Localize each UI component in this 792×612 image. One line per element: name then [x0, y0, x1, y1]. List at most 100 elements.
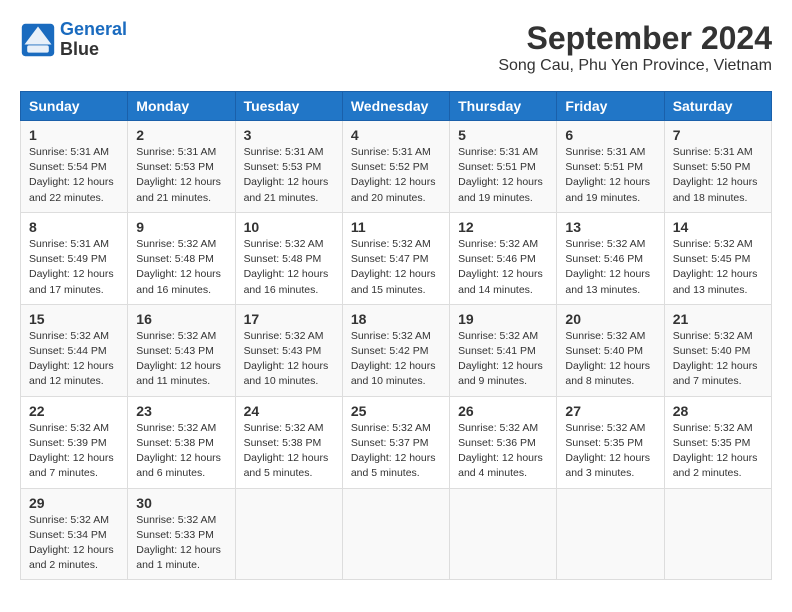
calendar-cell: 1 Sunrise: 5:31 AMSunset: 5:54 PMDaylight… — [21, 121, 128, 213]
calendar-cell: 23Sunrise: 5:32 AMSunset: 5:38 PMDayligh… — [128, 396, 235, 488]
day-info: Sunrise: 5:32 AMSunset: 5:33 PMDaylight:… — [136, 513, 226, 574]
header-saturday: Saturday — [664, 92, 771, 121]
day-number: 27 — [565, 403, 655, 419]
week-row-2: 8 Sunrise: 5:31 AMSunset: 5:49 PMDaylight… — [21, 212, 772, 304]
day-info: Sunrise: 5:31 AMSunset: 5:51 PMDaylight:… — [458, 145, 548, 206]
day-info: Sunrise: 5:31 AMSunset: 5:51 PMDaylight:… — [565, 145, 655, 206]
day-number: 16 — [136, 311, 226, 327]
day-info: Sunrise: 5:32 AMSunset: 5:37 PMDaylight:… — [351, 421, 441, 482]
day-info: Sunrise: 5:32 AMSunset: 5:35 PMDaylight:… — [565, 421, 655, 482]
calendar-cell: 20 Sunrise: 5:32 AMSunset: 5:40 PMDayligh… — [557, 304, 664, 396]
week-row-1: 1 Sunrise: 5:31 AMSunset: 5:54 PMDaylight… — [21, 121, 772, 213]
day-info: Sunrise: 5:32 AMSunset: 5:43 PMDaylight:… — [136, 329, 226, 390]
day-number: 14 — [673, 219, 763, 235]
calendar-cell — [342, 488, 449, 580]
day-info: Sunrise: 5:32 AMSunset: 5:46 PMDaylight:… — [458, 237, 548, 298]
day-info: Sunrise: 5:32 AMSunset: 5:34 PMDaylight:… — [29, 513, 119, 574]
logo-text: GeneralBlue — [60, 20, 127, 60]
day-number: 10 — [244, 219, 334, 235]
calendar-cell: 12 Sunrise: 5:32 AMSunset: 5:46 PMDayligh… — [450, 212, 557, 304]
week-row-3: 15 Sunrise: 5:32 AMSunset: 5:44 PMDayligh… — [21, 304, 772, 396]
day-info: Sunrise: 5:32 AMSunset: 5:39 PMDaylight:… — [29, 421, 119, 482]
calendar-cell: 7Sunrise: 5:31 AMSunset: 5:50 PMDaylight… — [664, 121, 771, 213]
calendar-cell: 17 Sunrise: 5:32 AMSunset: 5:43 PMDayligh… — [235, 304, 342, 396]
calendar-cell: 18Sunrise: 5:32 AMSunset: 5:42 PMDayligh… — [342, 304, 449, 396]
day-info: Sunrise: 5:32 AMSunset: 5:43 PMDaylight:… — [244, 329, 334, 390]
header-friday: Friday — [557, 92, 664, 121]
calendar-cell: 8 Sunrise: 5:31 AMSunset: 5:49 PMDaylight… — [21, 212, 128, 304]
day-info: Sunrise: 5:32 AMSunset: 5:46 PMDaylight:… — [565, 237, 655, 298]
day-info: Sunrise: 5:31 AMSunset: 5:53 PMDaylight:… — [244, 145, 334, 206]
calendar-cell — [450, 488, 557, 580]
calendar-cell: 22 Sunrise: 5:32 AMSunset: 5:39 PMDayligh… — [21, 396, 128, 488]
calendar-cell: 4 Sunrise: 5:31 AMSunset: 5:52 PMDaylight… — [342, 121, 449, 213]
calendar-table: SundayMondayTuesdayWednesdayThursdayFrid… — [20, 91, 772, 580]
day-number: 25 — [351, 403, 441, 419]
calendar-cell: 25 Sunrise: 5:32 AMSunset: 5:37 PMDayligh… — [342, 396, 449, 488]
day-number: 12 — [458, 219, 548, 235]
calendar-cell: 28 Sunrise: 5:32 AMSunset: 5:35 PMDayligh… — [664, 396, 771, 488]
calendar-cell: 5 Sunrise: 5:31 AMSunset: 5:51 PMDaylight… — [450, 121, 557, 213]
calendar-title: September 2024 — [498, 20, 772, 57]
header-thursday: Thursday — [450, 92, 557, 121]
calendar-cell: 27 Sunrise: 5:32 AMSunset: 5:35 PMDayligh… — [557, 396, 664, 488]
day-info: Sunrise: 5:32 AMSunset: 5:42 PMDaylight:… — [351, 329, 441, 390]
day-number: 6 — [565, 127, 655, 143]
day-info: Sunrise: 5:31 AMSunset: 5:53 PMDaylight:… — [136, 145, 226, 206]
header-monday: Monday — [128, 92, 235, 121]
day-number: 21 — [673, 311, 763, 327]
day-info: Sunrise: 5:32 AMSunset: 5:35 PMDaylight:… — [673, 421, 763, 482]
day-info: Sunrise: 5:31 AMSunset: 5:50 PMDaylight:… — [673, 145, 763, 206]
day-number: 17 — [244, 311, 334, 327]
calendar-cell: 16 Sunrise: 5:32 AMSunset: 5:43 PMDayligh… — [128, 304, 235, 396]
page-header: GeneralBlue September 2024 Song Cau, Phu… — [20, 20, 772, 75]
calendar-cell: 29Sunrise: 5:32 AMSunset: 5:34 PMDayligh… — [21, 488, 128, 580]
header-sunday: Sunday — [21, 92, 128, 121]
day-info: Sunrise: 5:32 AMSunset: 5:41 PMDaylight:… — [458, 329, 548, 390]
day-number: 22 — [29, 403, 119, 419]
day-info: Sunrise: 5:32 AMSunset: 5:47 PMDaylight:… — [351, 237, 441, 298]
calendar-cell: 15 Sunrise: 5:32 AMSunset: 5:44 PMDayligh… — [21, 304, 128, 396]
day-number: 13 — [565, 219, 655, 235]
day-info: Sunrise: 5:31 AMSunset: 5:49 PMDaylight:… — [29, 237, 119, 298]
calendar-cell: 6 Sunrise: 5:31 AMSunset: 5:51 PMDaylight… — [557, 121, 664, 213]
day-number: 24 — [244, 403, 334, 419]
day-number: 8 — [29, 219, 119, 235]
day-info: Sunrise: 5:31 AMSunset: 5:52 PMDaylight:… — [351, 145, 441, 206]
day-number: 23 — [136, 403, 226, 419]
day-info: Sunrise: 5:32 AMSunset: 5:38 PMDaylight:… — [244, 421, 334, 482]
day-number: 4 — [351, 127, 441, 143]
day-number: 20 — [565, 311, 655, 327]
day-number: 15 — [29, 311, 119, 327]
calendar-cell: 24 Sunrise: 5:32 AMSunset: 5:38 PMDayligh… — [235, 396, 342, 488]
day-number: 19 — [458, 311, 548, 327]
day-number: 9 — [136, 219, 226, 235]
week-row-5: 29Sunrise: 5:32 AMSunset: 5:34 PMDayligh… — [21, 488, 772, 580]
day-number: 1 — [29, 127, 119, 143]
header-wednesday: Wednesday — [342, 92, 449, 121]
day-info: Sunrise: 5:32 AMSunset: 5:45 PMDaylight:… — [673, 237, 763, 298]
calendar-cell — [557, 488, 664, 580]
day-info: Sunrise: 5:31 AMSunset: 5:54 PMDaylight:… — [29, 145, 119, 206]
calendar-cell: 14 Sunrise: 5:32 AMSunset: 5:45 PMDayligh… — [664, 212, 771, 304]
day-number: 11 — [351, 219, 441, 235]
day-number: 5 — [458, 127, 548, 143]
day-number: 2 — [136, 127, 226, 143]
calendar-cell: 2 Sunrise: 5:31 AMSunset: 5:53 PMDaylight… — [128, 121, 235, 213]
day-info: Sunrise: 5:32 AMSunset: 5:44 PMDaylight:… — [29, 329, 119, 390]
calendar-cell: 10 Sunrise: 5:32 AMSunset: 5:48 PMDayligh… — [235, 212, 342, 304]
day-info: Sunrise: 5:32 AMSunset: 5:48 PMDaylight:… — [136, 237, 226, 298]
header-row: SundayMondayTuesdayWednesdayThursdayFrid… — [21, 92, 772, 121]
day-info: Sunrise: 5:32 AMSunset: 5:40 PMDaylight:… — [565, 329, 655, 390]
week-row-4: 22 Sunrise: 5:32 AMSunset: 5:39 PMDayligh… — [21, 396, 772, 488]
calendar-cell: 26 Sunrise: 5:32 AMSunset: 5:36 PMDayligh… — [450, 396, 557, 488]
day-number: 26 — [458, 403, 548, 419]
calendar-cell: 3 Sunrise: 5:31 AMSunset: 5:53 PMDaylight… — [235, 121, 342, 213]
day-info: Sunrise: 5:32 AMSunset: 5:48 PMDaylight:… — [244, 237, 334, 298]
day-info: Sunrise: 5:32 AMSunset: 5:36 PMDaylight:… — [458, 421, 548, 482]
calendar-cell: 21Sunrise: 5:32 AMSunset: 5:40 PMDayligh… — [664, 304, 771, 396]
calendar-cell: 19 Sunrise: 5:32 AMSunset: 5:41 PMDayligh… — [450, 304, 557, 396]
calendar-cell — [235, 488, 342, 580]
day-number: 28 — [673, 403, 763, 419]
day-number: 3 — [244, 127, 334, 143]
